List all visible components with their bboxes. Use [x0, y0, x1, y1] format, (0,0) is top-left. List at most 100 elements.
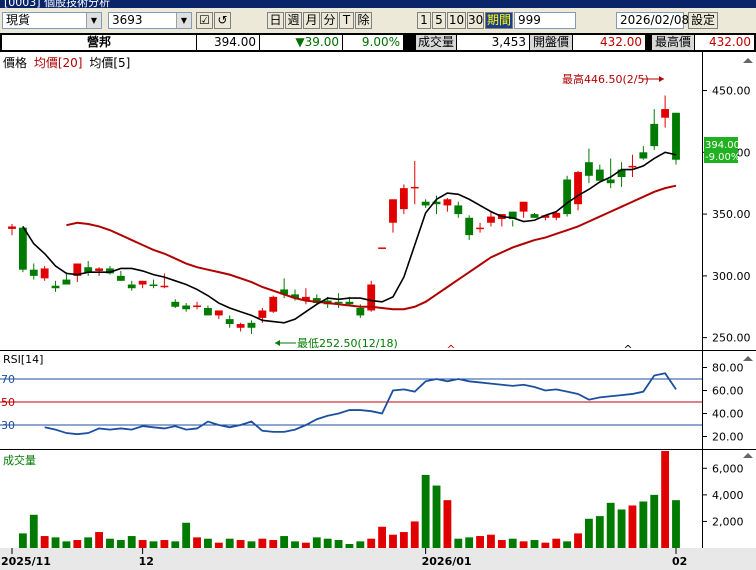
- minute-10-button[interactable]: 10: [447, 12, 466, 29]
- volume-bar: [182, 522, 191, 548]
- volume-bar: [247, 541, 256, 548]
- legend-ma5: 均價[5]: [89, 56, 130, 70]
- low-annotation: 最低252.50(12/18): [297, 337, 398, 350]
- volume-bar: [628, 505, 637, 548]
- volume-bar: [432, 485, 441, 548]
- candle-body: [454, 205, 463, 215]
- high-label: 最高價: [652, 35, 694, 50]
- candle-body: [138, 280, 147, 285]
- candle-body: [171, 301, 180, 307]
- chevron-down-icon[interactable]: ▼: [176, 13, 191, 28]
- candle-body: [530, 214, 539, 218]
- candle-body: [552, 212, 561, 218]
- volume-bar: [519, 541, 528, 548]
- candle-body: [563, 179, 572, 215]
- minute-30-button[interactable]: 30: [467, 12, 484, 29]
- candle-body: [149, 284, 158, 287]
- market-select[interactable]: 現貨 ▼: [2, 12, 102, 29]
- price-legend: 價格 均價[20] 均價[5]: [3, 55, 130, 70]
- volume-bar: [454, 538, 463, 548]
- range-label: 期間: [485, 12, 513, 29]
- stock-code-select[interactable]: 3693 ▼: [108, 12, 192, 29]
- candle-body: [204, 307, 212, 316]
- candle-body: [628, 165, 637, 168]
- candle-body: [62, 279, 71, 285]
- volume-bar: [116, 540, 125, 548]
- volume-bar: [661, 451, 670, 548]
- last-pct-tag-text: -9.00%: [705, 152, 740, 163]
- tab-day[interactable]: 日: [267, 12, 284, 29]
- checkbox-icon[interactable]: ☑: [196, 12, 213, 29]
- x-axis-label: 12: [139, 555, 154, 568]
- rsi-tick-label: 20.00: [712, 431, 744, 444]
- rsi-tick-label: 40.00: [712, 408, 744, 421]
- volume-bar: [225, 538, 234, 548]
- volume-bar: [563, 541, 572, 548]
- volume-bar: [639, 501, 648, 548]
- link-icon[interactable]: ↺: [214, 12, 231, 29]
- volume-bar: [214, 542, 223, 548]
- range-input[interactable]: 999: [514, 12, 576, 29]
- candle-body: [465, 217, 474, 236]
- volume-bar: [476, 536, 484, 548]
- volume-bar: [18, 533, 27, 548]
- volume-bar: [334, 540, 343, 548]
- volume-bar: [465, 537, 474, 548]
- volume-bar: [389, 534, 397, 548]
- technical-chart[interactable]: 價格 均價[20] 均價[5] 450.00400.00350.00300.00…: [0, 52, 756, 570]
- volume-bar: [149, 541, 158, 548]
- volume-bar: [421, 474, 430, 548]
- tab-tick[interactable]: T: [339, 12, 354, 29]
- volume-bar: [204, 538, 212, 548]
- tab-month[interactable]: 月: [303, 12, 320, 29]
- volume-bar: [487, 534, 495, 548]
- candle-body: [356, 307, 365, 316]
- ex-rights-button[interactable]: 除: [355, 12, 372, 29]
- high-annotation: 最高446.50(2/5): [562, 72, 649, 86]
- candle-body: [214, 310, 223, 316]
- candle-body: [584, 162, 593, 176]
- stock-name: 營邦: [2, 35, 196, 50]
- volume-bar: [399, 532, 408, 548]
- candle-body: [345, 301, 354, 305]
- volume-bar: [541, 542, 550, 548]
- volume-bar: [193, 537, 201, 548]
- x-axis-label: 2026/01: [422, 555, 472, 568]
- rsi-level-label: 30: [1, 419, 15, 432]
- volume-bar: [40, 536, 49, 548]
- volume-label: 成交量: [3, 453, 36, 467]
- volume-bar: [106, 538, 114, 548]
- chevron-down-icon[interactable]: ▼: [86, 13, 101, 28]
- minute-5-button[interactable]: 5: [432, 12, 446, 29]
- tab-week[interactable]: 週: [285, 12, 302, 29]
- volume-bar: [29, 514, 38, 548]
- volume-bar: [356, 541, 365, 548]
- volume-bar: [258, 538, 267, 548]
- open-value: 432.00: [573, 35, 645, 50]
- volume-bar: [51, 537, 60, 548]
- candle-body: [487, 216, 495, 223]
- date-input[interactable]: 2026/02/08: [616, 12, 689, 29]
- candle-body: [574, 172, 582, 205]
- volume-bar: [606, 502, 615, 548]
- volume-bar: [160, 540, 169, 548]
- volume-bar: [73, 540, 82, 548]
- price-tick-label: 350.00: [712, 208, 751, 221]
- candle-body: [225, 319, 234, 325]
- candle-body: [269, 296, 278, 312]
- volume-bar: [530, 540, 539, 548]
- volume-bar: [595, 516, 604, 548]
- tab-minute[interactable]: 分: [321, 12, 338, 29]
- volume-bar: [378, 526, 387, 548]
- candle-body: [410, 186, 419, 189]
- candle-body: [193, 305, 201, 308]
- volume-bar: [672, 500, 680, 548]
- volume-bar: [269, 540, 278, 548]
- settings-button[interactable]: 設定: [688, 12, 718, 29]
- volume-bar: [584, 518, 593, 548]
- volume-bar: [301, 542, 310, 548]
- volume-bar: [617, 509, 626, 548]
- minute-1-button[interactable]: 1: [417, 12, 431, 29]
- volume-bar: [84, 537, 93, 548]
- volume-bar: [280, 536, 289, 548]
